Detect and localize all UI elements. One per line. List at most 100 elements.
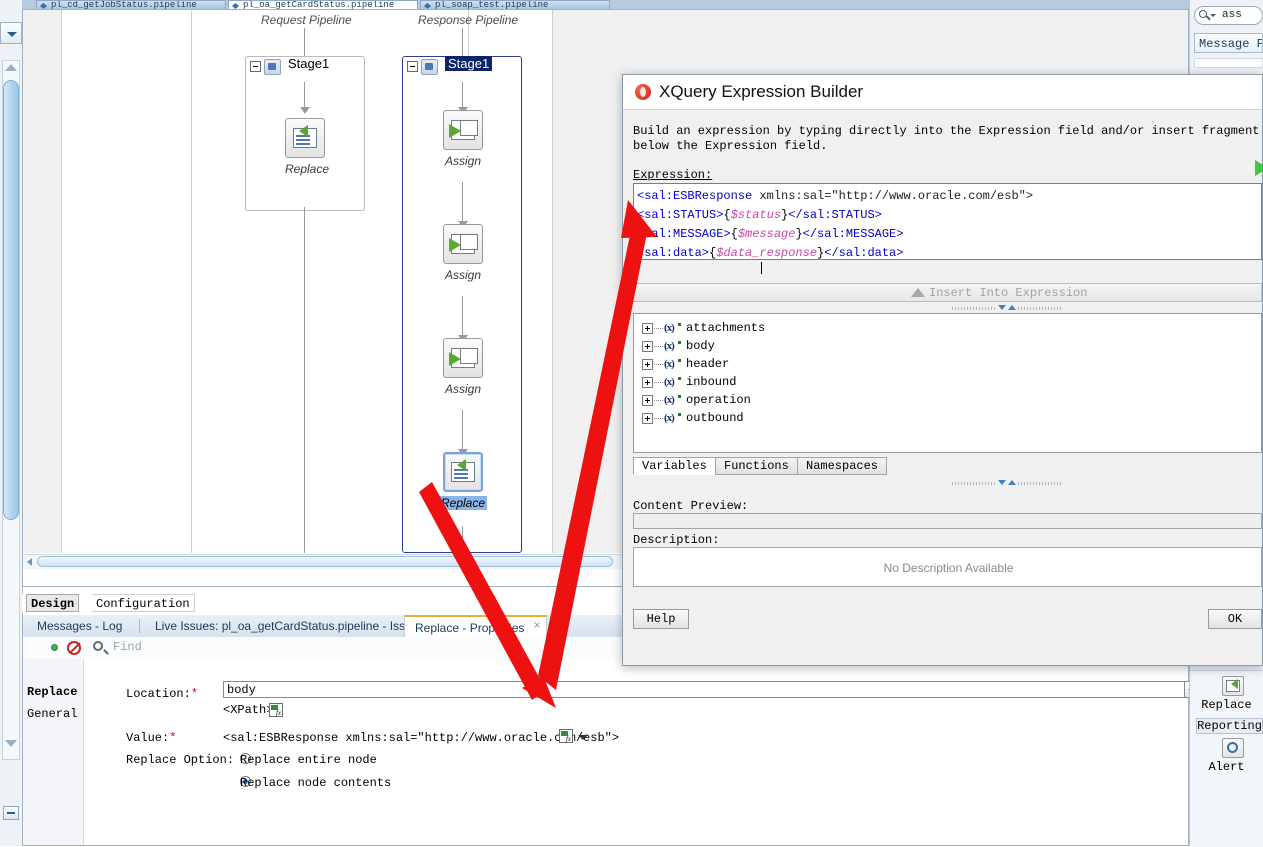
expand-icon[interactable] — [642, 341, 653, 352]
expand-icon[interactable] — [642, 413, 653, 424]
response-assign-node-2[interactable]: Assign — [443, 224, 483, 282]
scroll-left-icon[interactable] — [27, 558, 32, 566]
assign-caption-1: Assign — [444, 154, 482, 168]
request-pipeline-title: Request Pipeline — [261, 13, 352, 27]
message-flow-section[interactable]: Message Flow — [1194, 33, 1263, 53]
description-text: No Description Available — [883, 561, 1014, 575]
find-input[interactable]: Find — [113, 640, 142, 654]
expand-icon[interactable] — [642, 377, 653, 388]
response-replace-caption: Replace — [438, 496, 488, 510]
xpath-label: <XPath> — [223, 703, 274, 717]
side-item-general[interactable]: General — [27, 707, 77, 721]
palette-items — [1190, 670, 1263, 847]
splitter-handle-top[interactable] — [952, 304, 1062, 313]
expand-icon[interactable] — [642, 323, 653, 334]
left-minimize-button[interactable] — [3, 806, 19, 820]
expression-line-3: <sal:MESSAGE>{$message}</sal:MESSAGE> — [637, 227, 904, 241]
xquery-expression-builder-dialog[interactable]: XQuery Expression Builder Build an expre… — [622, 74, 1263, 666]
insert-into-expression-label: Insert Into Expression — [929, 286, 1088, 300]
request-replace-caption: Replace — [285, 162, 330, 176]
chevron-down-icon — [7, 32, 17, 37]
value-expression-builder-icon[interactable] — [559, 729, 573, 743]
search-icon — [93, 641, 103, 651]
expression-textarea[interactable]: <sal:ESBResponse xmlns:sal="http://www.o… — [633, 183, 1262, 260]
side-item-replace[interactable]: Replace — [27, 685, 77, 699]
collapse-icon[interactable] — [407, 61, 418, 72]
editor-tab-2-label: pl_soap_test.pipeline — [435, 0, 549, 9]
help-button[interactable]: Help — [633, 609, 689, 629]
editor-tab-1[interactable]: pl_oa_getCardStatus.pipeline — [228, 0, 418, 9]
evaluate-expression-icon[interactable] — [1255, 159, 1263, 177]
content-preview-label: Content Preview: — [633, 499, 749, 513]
radio-label: Replace entire node — [240, 753, 377, 767]
tree-item-label: outbound — [686, 411, 744, 425]
expression-line-4: <sal:data>{$data_response}</sal:data> — [637, 246, 904, 260]
palette-alert-icon[interactable] — [1222, 738, 1244, 758]
expression-label: Expression: — [633, 168, 713, 182]
canvas-divider — [191, 10, 192, 553]
expression-line-1: <sal:ESBResponse xmlns:sal="http://www.o… — [637, 189, 1034, 203]
response-assign-node-3[interactable]: Assign — [443, 338, 483, 396]
stage-icon — [421, 59, 438, 75]
tab-replace-properties[interactable]: Replace - Properties — [404, 615, 548, 637]
editor-tab-0[interactable]: pl_cd_getJobStatus.pipeline — [36, 0, 226, 9]
properties-form: Location:* body <XPath> Value:* <sal:ESB… — [84, 659, 1198, 845]
tree-item-label: attachments — [686, 321, 766, 335]
tab-separator — [139, 619, 140, 633]
tree-item-label: header — [686, 357, 730, 371]
chevron-down-icon[interactable] — [578, 735, 588, 740]
content-preview-box — [633, 513, 1262, 529]
tab-variables[interactable]: Variables — [633, 457, 716, 475]
no-entry-icon[interactable] — [67, 641, 81, 655]
palette-item-replace[interactable]: Replace — [1190, 698, 1263, 712]
editor-tab-0-label: pl_cd_getJobStatus.pipeline — [51, 0, 197, 9]
tree-item-label: body — [686, 339, 715, 353]
variables-tree[interactable]: (x) attachments (x) body (x) header (x) … — [633, 313, 1262, 453]
dialog-help-line-2: below the Expression field. — [633, 139, 828, 153]
request-replace-node[interactable]: Replace — [285, 118, 329, 176]
editor-tab-2[interactable]: pl_soap_test.pipeline — [420, 0, 610, 9]
expand-icon[interactable] — [642, 359, 653, 370]
tab-messages-log[interactable]: Messages - Log — [27, 615, 132, 637]
expand-icon[interactable] — [642, 395, 653, 406]
assign-caption-3: Assign — [444, 382, 482, 396]
palette-item-reporting[interactable]: Reporting — [1196, 718, 1263, 734]
location-input[interactable]: body — [223, 681, 1198, 698]
variable-icon: (x) — [664, 376, 681, 389]
response-assign-node-1[interactable]: Assign — [443, 110, 483, 168]
tab-design[interactable]: Design — [26, 594, 80, 612]
response-stage-label: Stage1 — [445, 56, 493, 71]
palette-replace-icon[interactable] — [1222, 676, 1244, 696]
close-icon[interactable]: × — [531, 619, 543, 631]
tab-functions[interactable]: Functions — [715, 457, 798, 475]
oracle-logo-icon — [635, 84, 651, 100]
tab-configuration[interactable]: Configuration — [92, 594, 195, 612]
canvas-hscroll-thumb[interactable] — [37, 556, 613, 567]
left-scrollbar-thumb[interactable] — [3, 80, 19, 520]
left-dock-toggle-button[interactable] — [0, 22, 22, 44]
properties-side-nav: Replace General — [23, 659, 84, 845]
splitter-handle-bottom[interactable] — [952, 479, 1062, 488]
flow-line — [304, 207, 305, 553]
collapse-icon[interactable] — [250, 61, 261, 72]
response-replace-node[interactable]: Replace — [438, 452, 488, 510]
description-label: Description: — [633, 533, 720, 547]
flow-arrow-icon — [300, 107, 310, 114]
editor-tab-1-label: pl_oa_getCardStatus.pipeline — [243, 0, 395, 9]
ok-button[interactable]: OK — [1208, 609, 1262, 629]
radio-label: Replace node contents — [240, 776, 392, 790]
dialog-title: XQuery Expression Builder — [659, 82, 864, 101]
flow-line — [462, 296, 463, 340]
flow-line — [462, 182, 463, 226]
chevron-down-icon[interactable] — [1210, 14, 1216, 17]
palette-item-alert[interactable]: Alert — [1190, 760, 1263, 774]
tab-namespaces[interactable]: Namespaces — [797, 457, 888, 475]
palette-search-value[interactable]: ass — [1222, 9, 1242, 21]
xpath-expression-builder-icon[interactable] — [269, 703, 283, 717]
scroll-down-icon[interactable] — [5, 740, 17, 747]
scroll-up-icon[interactable] — [5, 64, 17, 71]
palette-sublist — [1194, 58, 1263, 68]
dialog-tabs: Variables Functions Namespaces — [633, 457, 1262, 475]
tab-live-issues[interactable]: Live Issues: pl_oa_getCardStatus.pipelin… — [145, 615, 435, 637]
variable-icon: (x) — [664, 340, 681, 353]
